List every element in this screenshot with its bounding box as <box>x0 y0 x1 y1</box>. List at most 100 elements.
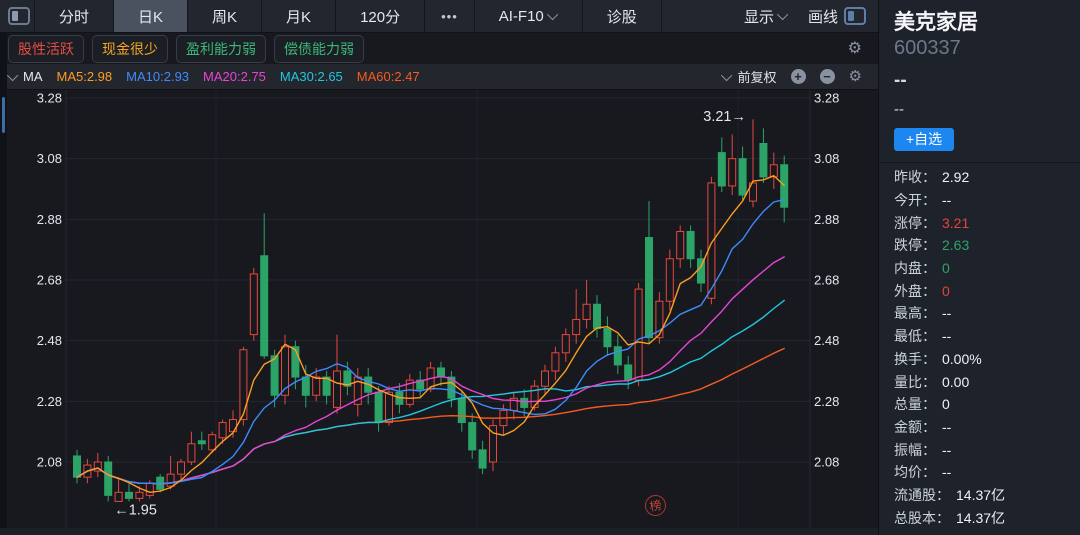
stat-row: 最低：-- <box>894 325 1074 348</box>
tag-profit-weak[interactable]: 盈利能力弱 <box>176 35 266 63</box>
y-axis-label-left: 3.28 <box>37 91 62 106</box>
candlestick-chart-area[interactable]: 3.283.283.083.082.882.882.682.682.482.48… <box>0 90 878 528</box>
zoom-out-button[interactable]: − <box>820 69 835 84</box>
stat-row: 跌停： 2.63 <box>894 234 1074 257</box>
stat-row: 均价： -- <box>894 461 1074 484</box>
tab-ai-f10[interactable]: AI-F10 <box>475 0 583 32</box>
chart-settings-gear-icon[interactable]: ⚙ <box>849 69 862 84</box>
stat-value: 0.00% <box>942 351 982 367</box>
action-label: 画线 <box>808 6 838 27</box>
ma-legend-item: MA10:2.93 <box>126 69 189 84</box>
y-axis-label-right: 2.48 <box>814 333 839 348</box>
tab-minute[interactable]: 分时 <box>34 0 114 32</box>
tab-label: 周K <box>212 6 237 27</box>
stat-label: 外盘： <box>894 281 936 301</box>
panel-toggle-right-icon[interactable] <box>844 7 866 25</box>
stat-row: 外盘： 0 <box>894 279 1074 302</box>
stat-label: 昨收： <box>894 167 936 187</box>
ma-legend-item: MA30:2.65 <box>280 69 343 84</box>
tab-month-k[interactable]: 月K <box>262 0 336 32</box>
stat-label: 今开： <box>894 190 936 210</box>
sidebar-divider <box>879 162 1080 163</box>
toolbar-actions: 显示 画线 <box>744 6 838 27</box>
stat-label: 内盘： <box>894 258 936 278</box>
stock-tag-row: 股性活跃现金很少盈利能力弱偿债能力弱 ⚙ <box>0 33 878 64</box>
y-axis-label-right: 3.08 <box>814 151 839 166</box>
tag-cash-low[interactable]: 现金很少 <box>92 35 168 63</box>
stat-value: -- <box>942 192 951 208</box>
stat-row: 最高：-- <box>894 302 1074 325</box>
tag-stock-active[interactable]: 股性活跃 <box>8 35 84 63</box>
y-axis-label-left: 3.08 <box>37 151 62 166</box>
stat-value: 2.63 <box>942 237 969 253</box>
stock-name: 美克家居 <box>894 6 978 36</box>
ma-legend-item: MA20:2.75 <box>203 69 266 84</box>
chart-panel: 分时 日K 周K 月K120分••• AI-F10 诊股 显示 画线 股性活跃现金很少盈利能… <box>0 0 878 535</box>
stat-label: 金额： <box>894 417 936 437</box>
stat-value: 2.92 <box>942 169 969 185</box>
stat-label: 总量： <box>894 394 936 414</box>
indicator-bar: MA MA5:2.98 MA10:2.93 MA20:2.75 MA30:2.65 MA… <box>0 64 878 90</box>
stat-value: 0 <box>942 283 950 299</box>
chevron-down-icon <box>547 9 558 20</box>
stat-row: 流通股： 14.37亿 <box>894 484 1074 507</box>
stat-value: -- <box>942 464 951 480</box>
panel-toggle-left-icon[interactable] <box>8 7 30 25</box>
tab-label: AI-F10 <box>499 8 544 25</box>
stat-row: 昨收： 2.92 <box>894 166 1074 189</box>
stat-label: 跌停： <box>894 235 936 255</box>
tab-label: 诊股 <box>607 6 637 27</box>
y-axis-label-left: 2.08 <box>37 454 62 469</box>
tab-label: 日K <box>138 6 163 27</box>
stat-row: 今开： -- <box>894 189 1074 212</box>
stat-value: -- <box>942 442 951 458</box>
tag-settings-gear-icon[interactable]: ⚙ <box>848 41 862 57</box>
current-price: -- <box>894 70 907 92</box>
stat-label: 涨停： <box>894 213 936 233</box>
tab-week-k[interactable]: 周K <box>188 0 262 32</box>
tag-debt-weak[interactable]: 偿债能力弱 <box>274 35 364 63</box>
collapsed-sidebar-strip[interactable] <box>0 33 7 528</box>
chevron-down-icon <box>777 9 788 20</box>
stat-value: 14.37亿 <box>956 485 1005 505</box>
y-axis-label-left: 2.68 <box>37 272 62 287</box>
stat-label: 量比： <box>894 372 936 392</box>
indicator-selector[interactable]: MA <box>10 69 43 84</box>
y-axis-label-right: 2.28 <box>814 394 839 409</box>
stat-label: 最高： <box>894 303 936 323</box>
chevron-down-icon <box>7 69 18 80</box>
stat-value: 14.37亿 <box>956 508 1005 528</box>
chevron-down-icon <box>720 69 731 80</box>
y-axis-label-right: 2.68 <box>814 272 839 287</box>
y-axis-label-left: 2.48 <box>37 333 62 348</box>
quote-stats-list: 昨收：2.92今开：--涨停：3.21跌停：2.63内盘：0外盘：0最高：--最… <box>894 166 1074 529</box>
adjust-mode-selector[interactable]: 前复权 <box>724 67 777 86</box>
stat-label: 流通股： <box>894 485 950 505</box>
price-change: -- <box>894 101 904 118</box>
y-axis-label-right: 2.08 <box>814 454 839 469</box>
tab-more[interactable]: ••• <box>425 0 475 32</box>
stat-row: 量比： 0.00 <box>894 370 1074 393</box>
action-label: 显示 <box>744 6 774 27</box>
zoom-in-button[interactable]: + <box>791 69 806 84</box>
ma-legend-item: MA5:2.98 <box>57 69 113 84</box>
y-axis-label-left: 2.88 <box>37 212 62 227</box>
ma-legend-item: MA60:2.47 <box>357 69 420 84</box>
tab-label: 分时 <box>59 6 89 27</box>
add-watchlist-button[interactable]: +自选 <box>894 128 954 151</box>
bottom-strip <box>0 528 878 535</box>
display-button[interactable]: 显示 <box>744 6 788 27</box>
tab-day-k[interactable]: 日K <box>114 0 188 32</box>
stat-value: -- <box>942 328 951 344</box>
candlestick-chart[interactable]: 3.283.283.083.082.882.882.682.682.482.48… <box>0 90 878 528</box>
tab-diagnose[interactable]: 诊股 <box>583 0 662 32</box>
stat-value: 0 <box>942 396 950 412</box>
stat-value: 0.00 <box>942 374 969 390</box>
stat-value: 3.21 <box>942 215 969 231</box>
quote-sidebar: 美克家居 600337 -- -- +自选 昨收：2.92今开：--涨停：3.2… <box>878 0 1080 535</box>
stat-label: 均价： <box>894 462 936 482</box>
stock-app-window: 分时 日K 周K 月K120分••• AI-F10 诊股 显示 画线 股性活跃现金很少盈利能… <box>0 0 1080 535</box>
draw-line-button[interactable]: 画线 <box>808 6 838 27</box>
stat-row: 总量： 0 <box>894 393 1074 416</box>
tab-120min[interactable]: 120分 <box>336 0 425 32</box>
